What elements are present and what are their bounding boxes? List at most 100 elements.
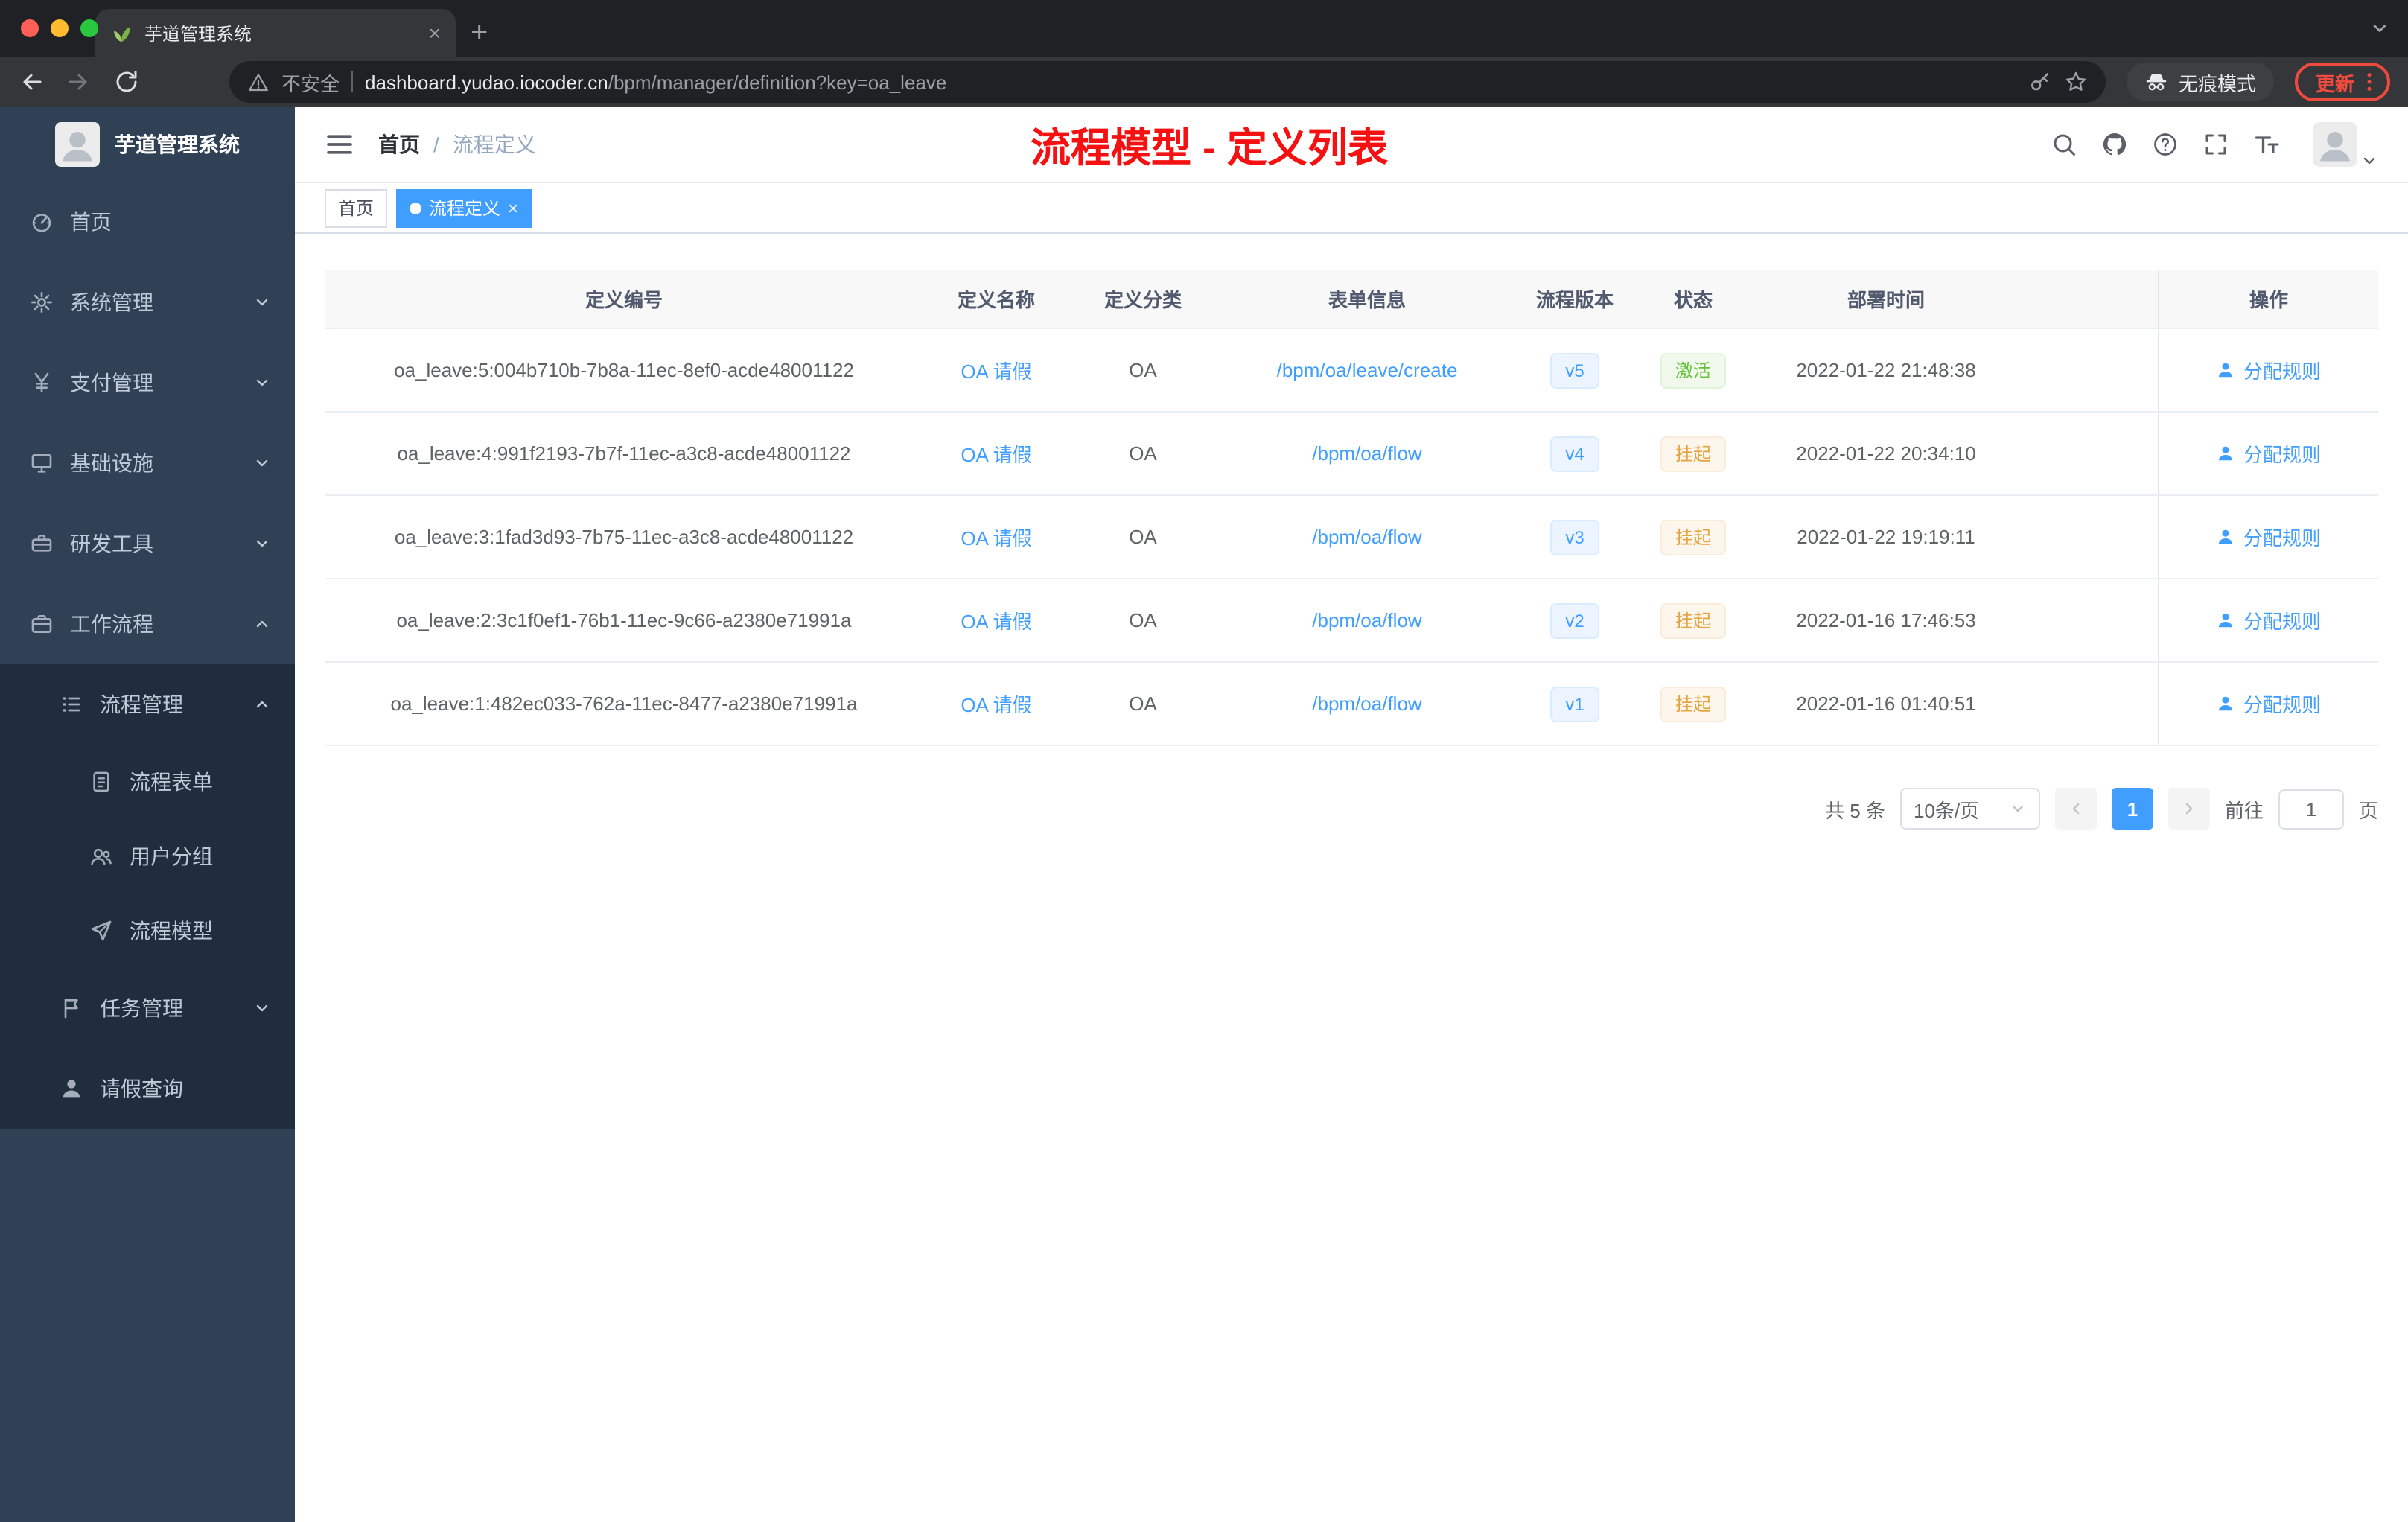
sidebar-item-home[interactable]: 首页 xyxy=(0,182,295,262)
definition-name-link[interactable]: OA 请假 xyxy=(961,439,1031,468)
hamburger-icon[interactable] xyxy=(325,130,354,159)
active-dot xyxy=(410,202,422,214)
page-annotation-title: 流程模型 - 定义列表 xyxy=(1031,126,1388,171)
sidebar-logo[interactable]: 芋道管理系统 xyxy=(0,107,295,182)
person-icon xyxy=(60,1077,83,1101)
goto-label: 前往 xyxy=(2224,799,2264,821)
browser-tab[interactable]: 芋道管理系统 × xyxy=(95,9,456,57)
form-link[interactable]: /bpm/oa/flow xyxy=(1312,526,1421,548)
tag-home[interactable]: 首页 xyxy=(325,188,388,227)
minimize-window-button[interactable] xyxy=(51,19,69,37)
tag-process-definition[interactable]: 流程定义 × xyxy=(396,188,532,227)
monitor-icon xyxy=(30,451,54,475)
url-omnibox[interactable]: 不安全 dashboard.yudao.iocoder.cn/bpm/manag… xyxy=(229,61,2106,103)
security-label[interactable]: 不安全 xyxy=(281,68,340,96)
zoom-window-button[interactable] xyxy=(80,19,98,37)
sidebar-item-label: 支付管理 xyxy=(70,371,153,395)
yen-icon xyxy=(30,371,54,395)
dashboard-icon xyxy=(30,210,54,234)
user-avatar[interactable] xyxy=(2313,122,2357,167)
sidebar-item-label: 任务管理 xyxy=(100,996,183,1020)
table-row: oa_leave:5:004b710b-7b8a-11ec-8ef0-acde4… xyxy=(325,329,2378,413)
assign-rule-link[interactable]: 分配规则 xyxy=(2217,690,2321,718)
update-label: 更新 xyxy=(2315,72,2354,95)
definition-id: oa_leave:4:991f2193-7b7f-11ec-a3c8-acde4… xyxy=(397,442,851,465)
favicon-icon xyxy=(110,22,133,44)
sidebar-item-workflow[interactable]: 工作流程 xyxy=(0,584,295,664)
fullscreen-icon[interactable] xyxy=(2202,131,2229,158)
status-badge: 挂起 xyxy=(1660,602,1726,638)
form-link[interactable]: /bpm/oa/leave/create xyxy=(1277,359,1458,381)
sidebar-item-system[interactable]: 系统管理 xyxy=(0,262,295,343)
chevron-down-icon xyxy=(253,454,271,472)
sidebar-item-infra[interactable]: 基础设施 xyxy=(0,423,295,503)
chevron-right-icon xyxy=(2180,800,2198,818)
definition-name-link[interactable]: OA 请假 xyxy=(961,523,1031,551)
assign-rule-link[interactable]: 分配规则 xyxy=(2217,606,2321,634)
pagination: 共 5 条 10条/页 1 前往 页 xyxy=(325,788,2378,830)
logo-title: 芋道管理系统 xyxy=(115,133,240,156)
sidebar-item-leave-query[interactable]: 请假查询 xyxy=(0,1048,295,1129)
incognito-label: 无痕模式 xyxy=(2178,72,2256,95)
sidebar-item-label: 请假查询 xyxy=(100,1077,183,1101)
users-icon xyxy=(89,844,113,868)
chevron-up-icon xyxy=(253,615,271,633)
close-window-button[interactable] xyxy=(21,19,39,37)
search-icon[interactable] xyxy=(2051,131,2077,158)
form-link[interactable]: /bpm/oa/flow xyxy=(1312,609,1421,631)
assign-rule-link[interactable]: 分配规则 xyxy=(2217,523,2321,551)
sidebar-item-payment[interactable]: 支付管理 xyxy=(0,343,295,423)
bookmark-star-icon[interactable] xyxy=(2064,70,2088,94)
status-badge: 激活 xyxy=(1660,352,1726,388)
question-icon[interactable] xyxy=(2152,131,2179,158)
sidebar-item-process-mgmt[interactable]: 流程管理 xyxy=(0,664,295,745)
browser-menu-dots-icon[interactable] xyxy=(2357,70,2381,94)
user-icon xyxy=(2217,611,2236,630)
form-link[interactable]: /bpm/oa/flow xyxy=(1312,442,1421,465)
definition-category: OA xyxy=(1129,692,1157,715)
assign-rule-link[interactable]: 分配规则 xyxy=(2217,439,2321,468)
font-size-icon[interactable] xyxy=(2253,131,2280,158)
sidebar: 芋道管理系统 首页 系统管理 支付管理 基础设施 研发工具 工作流程 流程管理 … xyxy=(0,107,295,1522)
definition-name-link[interactable]: OA 请假 xyxy=(961,690,1031,718)
sidebar-item-process-form[interactable]: 流程表单 xyxy=(0,745,295,819)
forward-icon[interactable] xyxy=(66,69,92,95)
prev-page-button[interactable] xyxy=(2054,788,2097,830)
new-tab-button[interactable]: + xyxy=(471,18,488,48)
definition-name-link[interactable]: OA 请假 xyxy=(961,356,1031,384)
chevron-down-icon xyxy=(253,374,271,392)
tags-view-bar: 首页 流程定义 × xyxy=(295,183,2408,234)
password-key-icon[interactable] xyxy=(2028,70,2052,94)
tag-close-icon[interactable]: × xyxy=(508,199,518,217)
omnibox-divider xyxy=(351,71,354,92)
assign-rule-link[interactable]: 分配规则 xyxy=(2217,356,2321,384)
tab-search-chevron-icon[interactable] xyxy=(2369,18,2390,39)
toolbox-icon xyxy=(30,532,54,555)
next-page-button[interactable] xyxy=(2167,788,2210,830)
user-icon xyxy=(2217,527,2236,547)
chevron-down-icon xyxy=(2009,800,2027,818)
sidebar-item-task-mgmt[interactable]: 任务管理 xyxy=(0,968,295,1048)
version-badge: v4 xyxy=(1550,436,1599,471)
sidebar-item-devtools[interactable]: 研发工具 xyxy=(0,503,295,584)
form-link[interactable]: /bpm/oa/flow xyxy=(1312,692,1421,715)
version-badge: v1 xyxy=(1550,686,1599,722)
col-header-id: 定义编号 xyxy=(585,289,663,311)
breadcrumb-home-link[interactable]: 首页 xyxy=(378,130,420,159)
table-row: oa_leave:2:3c1f0ef1-76b1-11ec-9c66-a2380… xyxy=(325,579,2378,663)
page-size-select[interactable]: 10条/页 xyxy=(1899,788,2040,830)
url-text: dashboard.yudao.iocoder.cn/bpm/manager/d… xyxy=(365,71,946,93)
tab-close-icon[interactable]: × xyxy=(429,22,441,43)
reload-icon[interactable] xyxy=(113,69,140,95)
browser-update-button[interactable]: 更新 xyxy=(2294,63,2390,101)
sidebar-item-user-group[interactable]: 用户分组 xyxy=(0,819,295,894)
col-header-category: 定义分类 xyxy=(1103,289,1182,311)
github-icon[interactable] xyxy=(2101,131,2128,158)
goto-page-input[interactable] xyxy=(2278,789,2344,829)
definition-name-link[interactable]: OA 请假 xyxy=(961,606,1031,634)
back-icon[interactable] xyxy=(18,69,45,95)
navbar-actions xyxy=(2051,122,2378,167)
incognito-badge: 无痕模式 xyxy=(2126,63,2274,101)
page-number-button[interactable]: 1 xyxy=(2111,788,2153,830)
sidebar-item-process-model[interactable]: 流程模型 xyxy=(0,894,295,968)
